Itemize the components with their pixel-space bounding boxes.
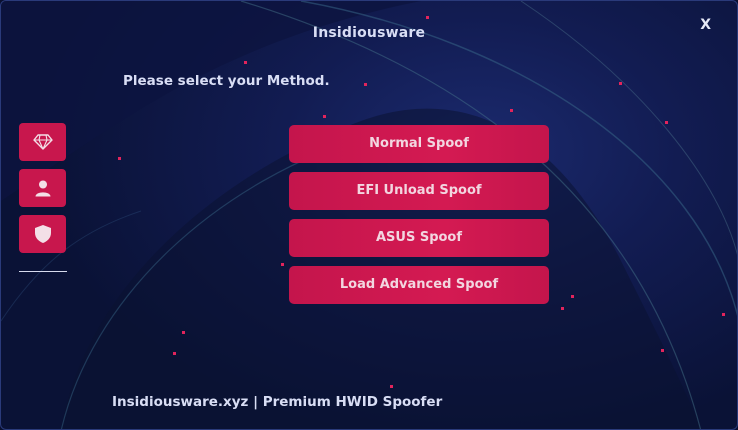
particle: [182, 331, 185, 334]
app-window: Insidiousware X Please select your Metho…: [0, 0, 738, 430]
load-advanced-spoof-button[interactable]: Load Advanced Spoof: [289, 266, 549, 304]
footer-text: Insidiousware.xyz | Premium HWID Spoofer: [112, 394, 443, 410]
particle: [390, 385, 393, 388]
particle: [364, 83, 367, 86]
particle: [173, 352, 176, 355]
particle: [281, 263, 284, 266]
diamond-icon: [32, 134, 53, 150]
sidebar-item-security[interactable]: [19, 215, 66, 253]
particle: [323, 115, 326, 118]
particle: [722, 313, 725, 316]
particle: [561, 307, 564, 310]
efi-unload-spoof-button[interactable]: EFI Unload Spoof: [289, 172, 549, 210]
particle: [571, 295, 574, 298]
user-icon: [35, 180, 50, 197]
particle: [665, 121, 668, 124]
particle: [426, 16, 429, 19]
particle: [118, 157, 121, 160]
shield-icon: [34, 225, 51, 243]
particle: [244, 61, 247, 64]
window-title: Insidiousware: [312, 25, 426, 41]
particle: [619, 82, 622, 85]
particle: [661, 349, 664, 352]
close-button[interactable]: X: [700, 17, 711, 33]
method-prompt: Please select your Method.: [123, 73, 330, 89]
normal-spoof-button[interactable]: Normal Spoof: [289, 125, 549, 163]
sidebar-item-premium[interactable]: [19, 123, 66, 161]
particle: [510, 109, 513, 112]
sidebar-divider: [19, 271, 67, 272]
asus-spoof-button[interactable]: ASUS Spoof: [289, 219, 549, 257]
background-waves: [1, 1, 737, 429]
sidebar-item-account[interactable]: [19, 169, 66, 207]
